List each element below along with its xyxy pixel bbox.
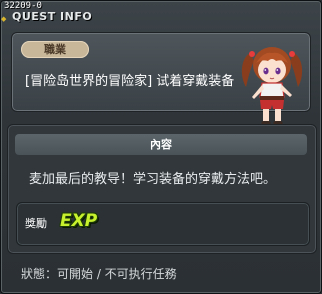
content-panel: 內容 麦加最后的教导！学习装备的穿戴方法吧。 獎勵 EXP <box>7 124 317 254</box>
window-title: QUEST INFO <box>12 10 93 23</box>
exp-reward-icon: EXP <box>60 211 98 231</box>
content-header: 內容 <box>15 134 307 155</box>
job-label: 職業 <box>21 41 89 58</box>
quest-status: 狀態：可開始 / 不可执行任務 <box>21 267 177 281</box>
window-marker-icon: ◆ <box>1 15 7 23</box>
job-panel: 職業 [冒险岛世界的冒险家] 试着穿戴装备 <box>11 32 311 128</box>
reward-box: 獎勵 EXP <box>16 202 310 246</box>
quest-name: [冒险岛世界的冒险家] 试着穿戴装备 <box>25 74 235 89</box>
quest-description: 麦加最后的教导！学习装备的穿戴方法吧。 <box>29 172 277 187</box>
reward-label: 獎勵 <box>25 217 47 230</box>
quest-info-window: 32209-0 ◆ QUEST INFO 職業 [冒险岛世界的冒险家] 试着穿戴… <box>0 0 322 294</box>
female-adventurer-character-icon <box>241 47 303 128</box>
